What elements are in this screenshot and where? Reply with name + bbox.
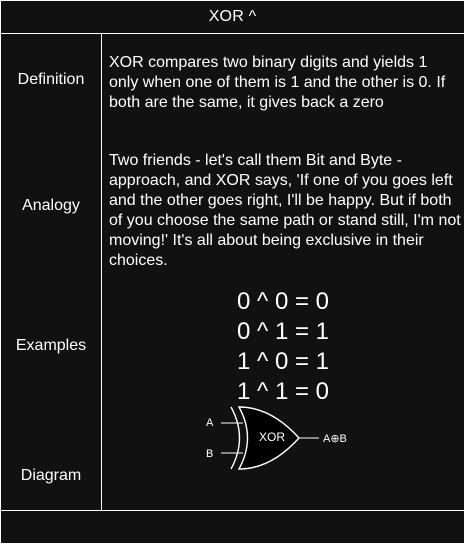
output-label: A⊕B bbox=[323, 433, 347, 445]
input-b-label: B bbox=[206, 448, 213, 460]
card-title: XOR ^ bbox=[1, 1, 464, 34]
column-divider bbox=[101, 34, 102, 510]
xor-back-curve bbox=[230, 406, 241, 470]
examples-label: Examples bbox=[15, 337, 87, 354]
xor-gate-diagram: A B XOR A⊕B bbox=[206, 406, 347, 470]
analogy-label: Analogy bbox=[22, 197, 80, 214]
examples-list: 0 ^ 0 = 0 0 ^ 1 = 1 1 ^ 0 = 1 1 ^ 1 = 0 bbox=[102, 287, 464, 407]
example-line: 0 ^ 0 = 0 bbox=[237, 288, 329, 315]
analogy-text: Two friends - let's call them Bit and By… bbox=[109, 152, 461, 269]
example-line: 0 ^ 1 = 1 bbox=[237, 318, 329, 345]
diagram-label: Diagram bbox=[20, 467, 82, 484]
table-bottom-border bbox=[1, 510, 464, 511]
example-line: 1 ^ 0 = 1 bbox=[237, 348, 329, 375]
xor-card: XOR ^ Definition XOR compares two binary… bbox=[0, 0, 465, 544]
definition-text: XOR compares two binary digits and yield… bbox=[109, 54, 446, 111]
input-a-label: A bbox=[206, 417, 214, 429]
gate-label: XOR bbox=[259, 430, 285, 444]
definition-label: Definition bbox=[17, 71, 85, 88]
